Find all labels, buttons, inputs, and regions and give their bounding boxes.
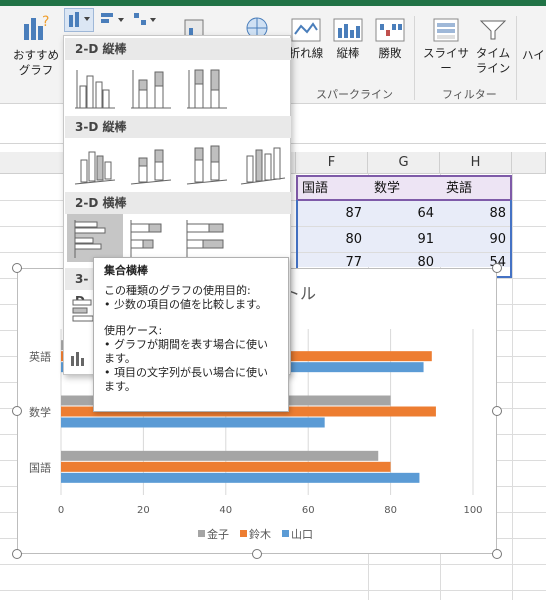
x-tick-label: 40 — [219, 505, 232, 516]
x-tick-label: 60 — [302, 505, 315, 516]
x-tick-label: 100 — [463, 505, 482, 516]
data-range-highlight — [296, 200, 512, 278]
clustered-column-option[interactable] — [69, 64, 121, 112]
sparkline-winloss-label: 勝敗 — [378, 46, 402, 60]
clustered-bar-option[interactable] — [67, 214, 123, 262]
column-chart-dropdown-button[interactable] — [64, 8, 94, 32]
group-label-filters: フィルター — [442, 88, 497, 101]
winloss-sparkline-icon — [375, 18, 405, 42]
line-sparkline-icon — [291, 18, 321, 42]
bar-2-1 — [61, 417, 325, 428]
section-3d-bar: 3-D — [65, 268, 95, 308]
recommended-charts-button[interactable]: ? おすすめ グラフ — [10, 12, 62, 78]
ribbon-separator — [414, 16, 415, 100]
grid-line — [0, 564, 546, 565]
tooltip-text: 使用ケース: — [104, 324, 163, 337]
chart-resize-handle[interactable] — [492, 406, 502, 416]
sparkline-line-button[interactable]: 折れ線 — [286, 18, 326, 61]
stacked-bar-option[interactable] — [125, 214, 177, 262]
x-tick-label: 80 — [384, 505, 397, 516]
recommended-charts-label: おすすめ グラフ — [13, 48, 59, 77]
3d-100-stacked-column-option[interactable] — [181, 140, 233, 188]
3d-clustered-column-option[interactable] — [69, 140, 121, 188]
column-header-i[interactable] — [512, 152, 546, 174]
hierarchy-chart-button[interactable] — [130, 10, 160, 34]
legend-label: 金子 — [207, 527, 229, 541]
bar-1-0 — [61, 461, 391, 472]
timeline-icon — [479, 20, 507, 40]
tooltip-text: • 項目の文字列が長い場合に使います。 — [104, 366, 268, 393]
chart-resize-handle[interactable] — [252, 549, 262, 559]
3d-clustered-column-icon — [74, 151, 116, 185]
100-stacked-column-icon — [187, 69, 227, 109]
column-header-f[interactable]: F — [296, 152, 368, 174]
chart-resize-handle[interactable] — [12, 263, 22, 273]
svg-text:?: ? — [42, 14, 49, 30]
3d-stacked-column-icon — [130, 149, 172, 185]
sparkline-column-button[interactable]: 縦棒 — [330, 18, 366, 61]
sparkline-column-label: 縦棒 — [336, 46, 360, 60]
sparkline-winloss-button[interactable]: 勝敗 — [372, 18, 408, 61]
all-charts-option[interactable] — [67, 348, 91, 370]
header-range-highlight — [296, 175, 512, 201]
tooltip-title: 集合横棒 — [104, 264, 148, 277]
bar-0-0 — [61, 450, 379, 461]
chart-resize-handle[interactable] — [492, 549, 502, 559]
stacked-column-icon — [131, 70, 171, 109]
3d-stacked-column-option[interactable] — [125, 140, 177, 188]
3d-column-option[interactable] — [237, 140, 289, 188]
column-header-g[interactable]: G — [368, 152, 440, 174]
100-stacked-bar-option[interactable] — [181, 214, 233, 262]
chart-resize-handle[interactable] — [12, 406, 22, 416]
tooltip-text: • グラフが期間を表す場合に使います。 — [104, 338, 268, 365]
section-3d-column: 3-D 縦棒 — [65, 116, 291, 138]
3d-column-icon — [240, 147, 286, 185]
100-stacked-bar-icon — [186, 220, 224, 258]
y-category-label: 国語 — [29, 460, 51, 474]
timeline-button[interactable]: タイム ライン — [474, 18, 512, 76]
legend-swatch — [198, 530, 205, 537]
all-charts-icon — [71, 352, 84, 366]
tooltip-text: • 少数の項目の値を比較します。 — [104, 298, 267, 311]
chart-resize-handle[interactable] — [492, 263, 502, 273]
section-2d-column: 2-D 縦棒 — [65, 38, 291, 60]
hierarchy-chart-icon — [134, 13, 156, 25]
slicer-label: スライサー — [423, 46, 469, 75]
100-stacked-column-option[interactable] — [181, 64, 233, 112]
x-tick-label: 20 — [137, 505, 150, 516]
hyperlink-label: ハイ — [522, 48, 545, 62]
legend-swatch — [240, 530, 247, 537]
tooltip-text: この種類のグラフの使用目的: — [104, 284, 251, 297]
column-chart-icon — [69, 12, 90, 27]
recommended-chart-icon: ? — [24, 14, 49, 40]
y-category-label: 数学 — [29, 405, 51, 419]
y-category-label: 英語 — [29, 350, 51, 364]
chart-type-tooltip: 集合横棒 この種類のグラフの使用目的: • 少数の項目の値を比較します。 使用ケ… — [93, 257, 289, 412]
ribbon-separator — [516, 16, 517, 100]
bar-2-0 — [61, 472, 420, 483]
x-tick-label: 0 — [58, 505, 64, 516]
grid-line — [0, 590, 546, 591]
section-2d-bar: 2-D 横棒 — [65, 192, 291, 214]
group-label-sparklines: スパークライン — [316, 88, 393, 101]
slicer-icon — [433, 18, 459, 42]
hyperlink-button[interactable]: ハイ — [522, 48, 546, 63]
clustered-bar-icon — [74, 220, 106, 258]
legend-swatch — [282, 530, 289, 537]
legend-label: 山口 — [291, 528, 313, 541]
timeline-label: タイム ライン — [475, 46, 511, 75]
column-header-h[interactable]: H — [440, 152, 512, 174]
bar-chart-icon — [101, 13, 124, 23]
stacked-bar-icon — [130, 220, 162, 258]
column-sparkline-icon — [333, 18, 363, 42]
stacked-column-option[interactable] — [125, 64, 177, 112]
3d-100-stacked-column-icon — [186, 145, 228, 185]
grid-line — [512, 174, 513, 600]
sparkline-line-label: 折れ線 — [288, 46, 324, 60]
slicer-button[interactable]: スライサー — [418, 18, 474, 76]
clustered-column-icon — [75, 70, 115, 109]
chart-resize-handle[interactable] — [12, 549, 22, 559]
bar-chart-button[interactable] — [98, 10, 128, 34]
legend-label: 鈴木 — [249, 527, 271, 541]
